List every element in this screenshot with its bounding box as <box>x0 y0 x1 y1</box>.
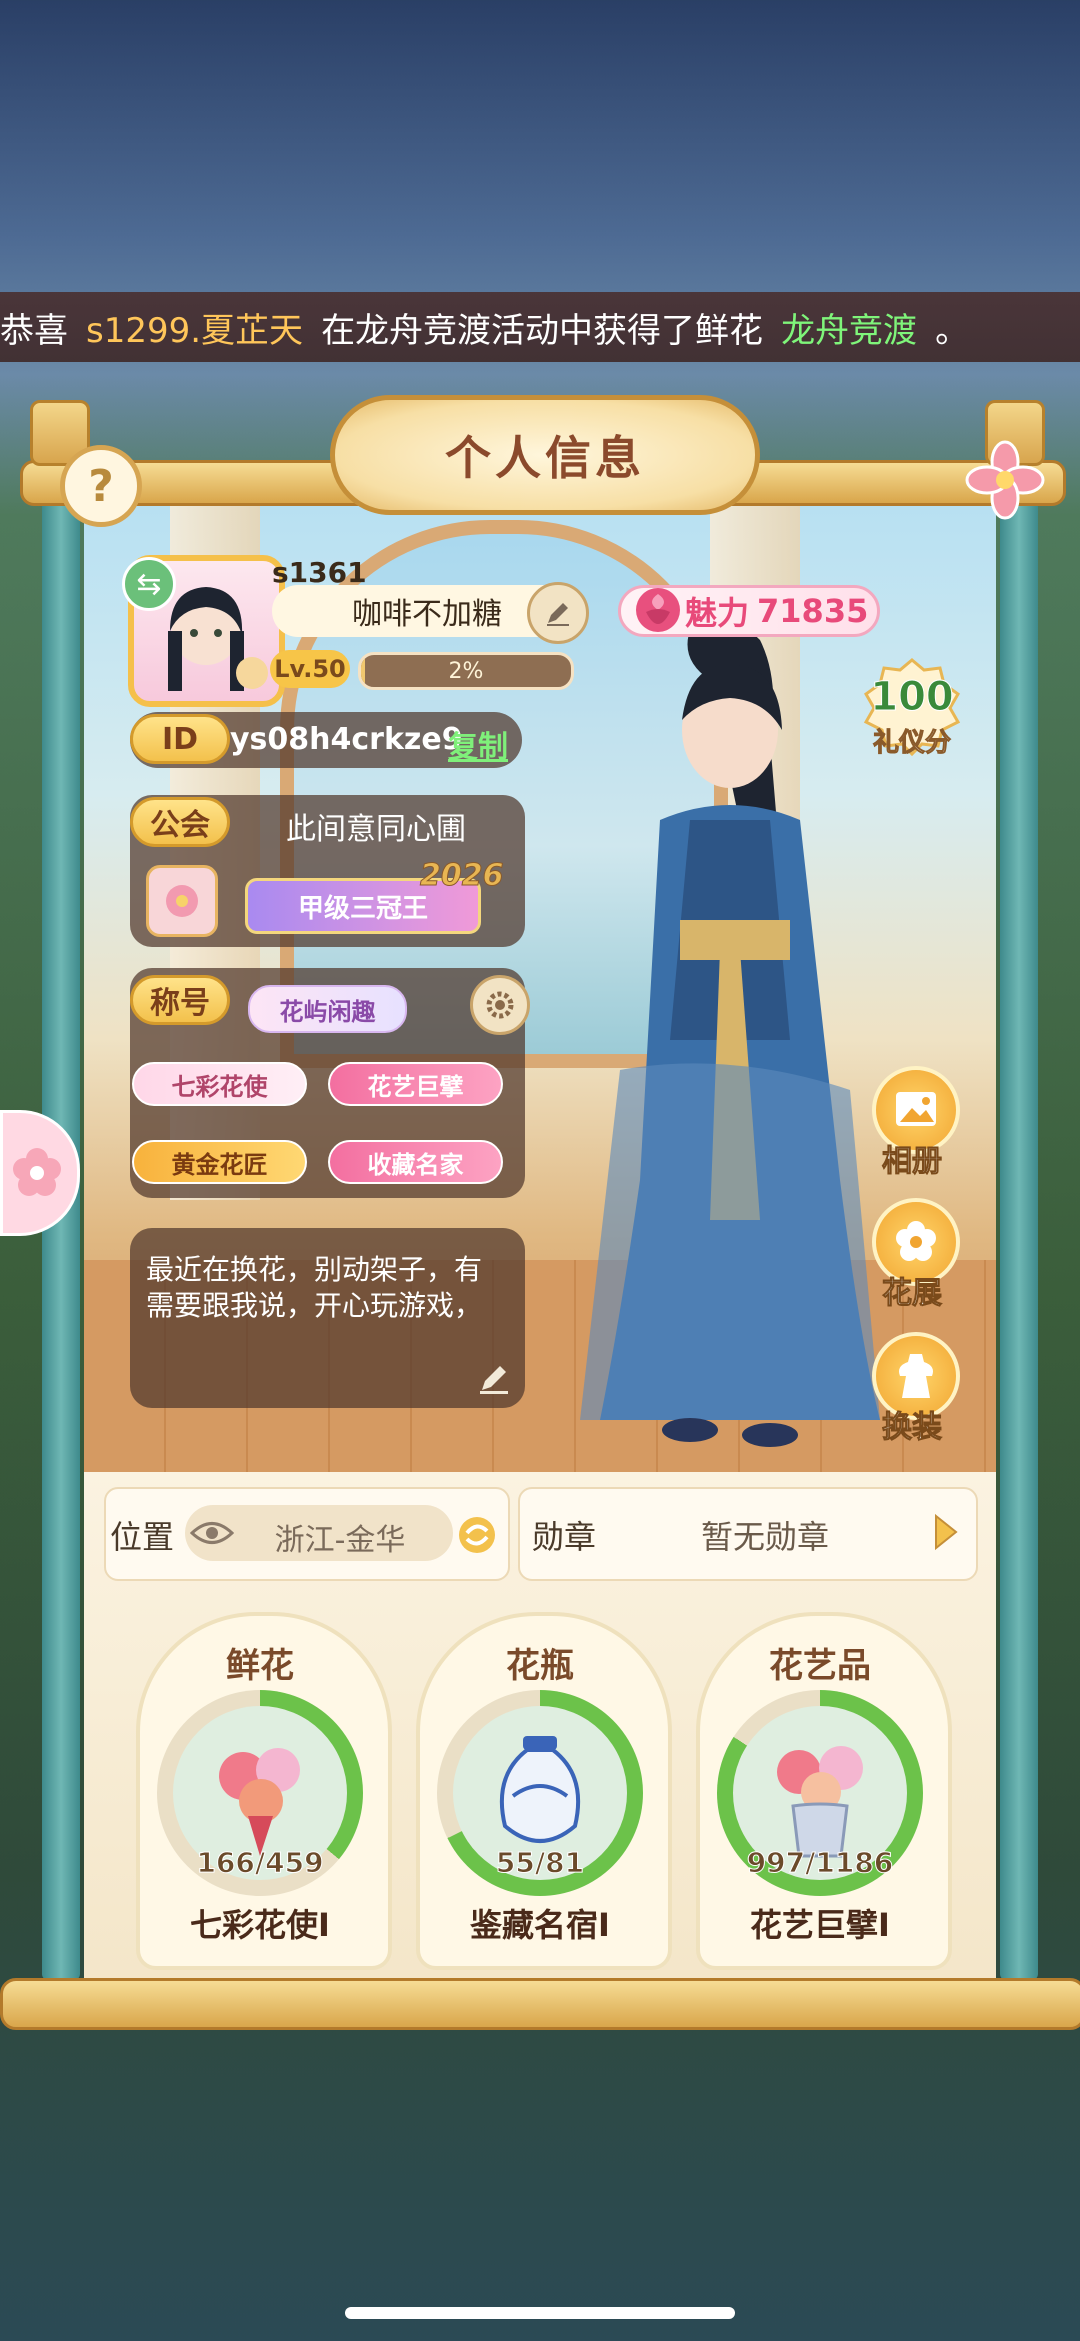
charm-value: 71835 <box>757 592 869 630</box>
guild-label: 公会 <box>130 797 230 847</box>
ticker-middle: 在龙舟竞渡活动中获得了鲜花 <box>321 310 764 351</box>
ticker-item: 龙舟竞渡 <box>781 310 918 351</box>
title-badge-2[interactable]: 花艺巨擘 <box>328 1062 503 1106</box>
player-id: ys08h4crkze9 <box>230 722 463 757</box>
guild-year: 2026 <box>420 858 504 894</box>
eye-icon[interactable] <box>190 1518 234 1548</box>
flower-show-icon <box>896 1221 936 1261</box>
etiquette-value: 100 <box>870 674 955 721</box>
album-label: 相册 <box>882 1144 943 1180</box>
collection-title-flowers: 鲜花 <box>226 1646 294 1686</box>
etiquette-score[interactable]: 100 礼仪分 <box>862 656 962 759</box>
medal-label: 勋章 <box>532 1518 597 1556</box>
photo-album-icon <box>896 1092 936 1126</box>
home-indicator[interactable] <box>345 2307 735 2319</box>
etiquette-label: 礼仪分 <box>872 728 951 759</box>
rose-icon <box>636 588 680 632</box>
collection-count-arrangements: 997/1186 <box>746 1846 894 1880</box>
flower-icon <box>13 1148 61 1196</box>
current-title-badge[interactable]: 花屿闲趣 <box>248 985 407 1033</box>
edit-nickname-button[interactable] <box>527 582 589 644</box>
id-label: ID <box>130 714 230 764</box>
titles-label: 称号 <box>130 975 230 1025</box>
location-label: 位置 <box>110 1518 175 1556</box>
page-title: 个人信息 <box>330 395 760 515</box>
outfit-icon <box>899 1354 933 1398</box>
collection-count-flowers: 166/459 <box>196 1846 324 1880</box>
swap-avatar-icon[interactable]: ⇆ <box>122 557 176 611</box>
collection-count-vases: 55/81 <box>495 1846 585 1880</box>
collection-rank-arrangements: 花艺巨擘Ⅰ <box>750 1906 890 1944</box>
copy-id-button[interactable]: 复制 <box>448 722 508 766</box>
location-value: 浙江-金华 <box>274 1523 406 1558</box>
ticker-prefix: 恭喜 <box>0 310 68 351</box>
close-icon[interactable] <box>965 440 1045 520</box>
title-settings-button[interactable] <box>470 975 530 1035</box>
edit-signature-icon[interactable] <box>476 1360 512 1396</box>
peach-blossom-icon <box>166 885 198 917</box>
outfit-label: 换装 <box>882 1410 943 1446</box>
collection-rank-vases: 鉴藏名宿Ⅰ <box>470 1906 610 1944</box>
title-badge-4[interactable]: 收藏名家 <box>328 1140 503 1184</box>
broadcast-ticker: 恭喜 s1299.夏芷天 在龙舟竞渡活动中获得了鲜花 龙舟竞渡 。 <box>0 292 1080 362</box>
player-character-figure <box>580 622 880 1447</box>
charm-label: 魅力 <box>685 594 750 632</box>
refresh-location-icon[interactable] <box>455 1513 499 1557</box>
title-badge-3[interactable]: 黄金花匠 <box>132 1140 307 1184</box>
chevron-right-icon[interactable] <box>930 1512 960 1552</box>
collection-rank-flowers: 七彩花使Ⅰ <box>190 1906 330 1944</box>
gear-icon <box>486 991 514 1019</box>
signature-text: 最近在换花，别动架子，有需要跟我说，开心玩游戏， <box>146 1253 483 1322</box>
level-badge: Lv.50 <box>270 650 350 688</box>
guild-emblem[interactable] <box>146 865 218 937</box>
ticker-player: s1299.夏芷天 <box>86 310 304 351</box>
guild-name[interactable]: 此间意同心圃 <box>236 804 516 848</box>
collection-title-arrangements: 花艺品 <box>769 1646 871 1686</box>
pencil-icon <box>547 603 569 626</box>
frame-bottom-beam <box>0 1978 1080 2030</box>
frame-right-pillar <box>1000 420 1038 1980</box>
medal-value: 暂无勋章 <box>700 1518 829 1556</box>
help-button[interactable]: ? <box>60 445 142 527</box>
title-badge-1[interactable]: 七彩花使 <box>132 1062 307 1106</box>
ticker-suffix: 。 <box>935 310 970 351</box>
collection-title-vases: 花瓶 <box>506 1646 574 1686</box>
flower-show-label: 花展 <box>882 1276 943 1312</box>
exp-percent: 2% <box>448 658 484 684</box>
